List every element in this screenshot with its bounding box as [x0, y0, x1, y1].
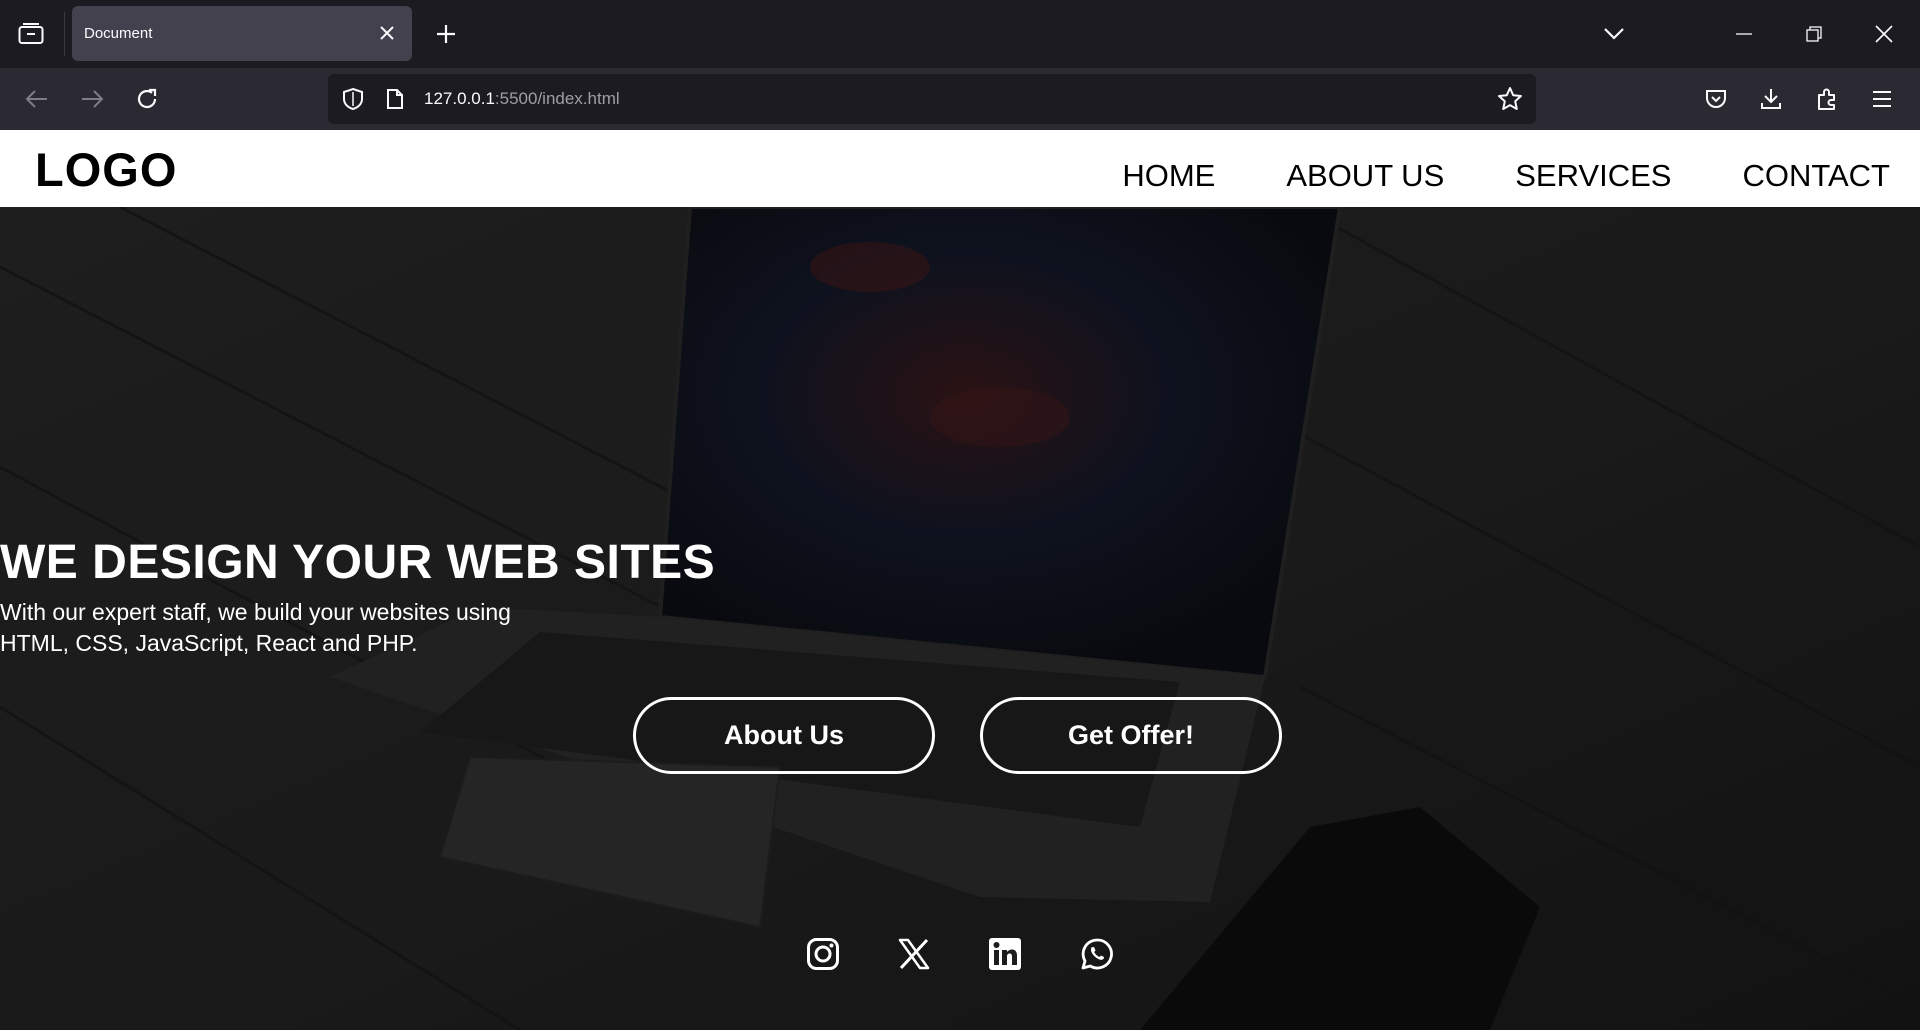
hero-title: WE DESIGN YOUR WEB SITES — [0, 536, 716, 589]
restore-icon[interactable] — [1794, 14, 1834, 54]
url-host: 127.0.0.1 — [424, 89, 495, 108]
list-all-tabs-chevron-down-icon[interactable] — [1594, 14, 1634, 54]
nav-services[interactable]: SERVICES — [1515, 160, 1671, 191]
download-icon[interactable] — [1749, 77, 1793, 121]
new-tab-plus-icon[interactable] — [428, 16, 464, 52]
get-offer-button[interactable]: Get Offer! — [980, 697, 1282, 774]
browser-tab-strip: Document — [0, 0, 1920, 68]
hamburger-menu-icon[interactable] — [1860, 77, 1904, 121]
browser-toolbar: 127.0.0.1:5500/index.html — [0, 68, 1920, 130]
bookmark-star-icon[interactable] — [1495, 84, 1525, 114]
address-bar[interactable]: 127.0.0.1:5500/index.html — [328, 74, 1536, 124]
browser-tab-active[interactable]: Document — [72, 6, 412, 61]
page-icon — [380, 84, 410, 114]
main-nav: HOME ABOUT US SERVICES CONTACT — [1051, 130, 1890, 207]
tab-title: Document — [84, 25, 153, 42]
site-header: LOGO HOME ABOUT US SERVICES CONTACT — [0, 130, 1920, 207]
pocket-icon[interactable] — [1694, 77, 1738, 121]
reload-icon[interactable] — [125, 77, 169, 121]
nav-about-us[interactable]: ABOUT US — [1286, 160, 1444, 191]
tab-list-icon[interactable] — [10, 14, 52, 54]
web-page: LOGO HOME ABOUT US SERVICES CONTACT WE D… — [0, 130, 1920, 1030]
nav-home[interactable]: HOME — [1122, 160, 1215, 191]
close-window-icon[interactable] — [1864, 14, 1904, 54]
x-icon[interactable] — [894, 934, 934, 974]
instagram-icon[interactable] — [803, 934, 843, 974]
linkedin-icon[interactable] — [985, 934, 1025, 974]
forward-arrow-icon[interactable] — [70, 77, 114, 121]
back-arrow-icon[interactable] — [15, 77, 59, 121]
hero-section: WE DESIGN YOUR WEB SITES With our expert… — [0, 207, 1920, 1030]
close-tab-icon[interactable] — [374, 20, 400, 46]
whatsapp-icon[interactable] — [1077, 934, 1117, 974]
nav-contact[interactable]: CONTACT — [1742, 160, 1890, 191]
shield-icon[interactable] — [338, 84, 368, 114]
hero-subtitle-line-2: HTML, CSS, JavaScript, React and PHP. — [0, 630, 418, 656]
url-path: :5500/index.html — [494, 89, 620, 108]
hero-subtitle-line-1: With our expert staff, we build your web… — [0, 599, 511, 625]
extensions-puzzle-icon[interactable] — [1805, 77, 1849, 121]
hero-subtitle: With our expert staff, we build your web… — [0, 597, 1920, 659]
tab-separator — [64, 12, 65, 56]
url-text[interactable]: 127.0.0.1:5500/index.html — [424, 74, 620, 124]
site-logo[interactable]: LOGO — [35, 130, 177, 210]
about-us-button[interactable]: About Us — [633, 697, 935, 774]
minimize-icon[interactable] — [1724, 14, 1764, 54]
